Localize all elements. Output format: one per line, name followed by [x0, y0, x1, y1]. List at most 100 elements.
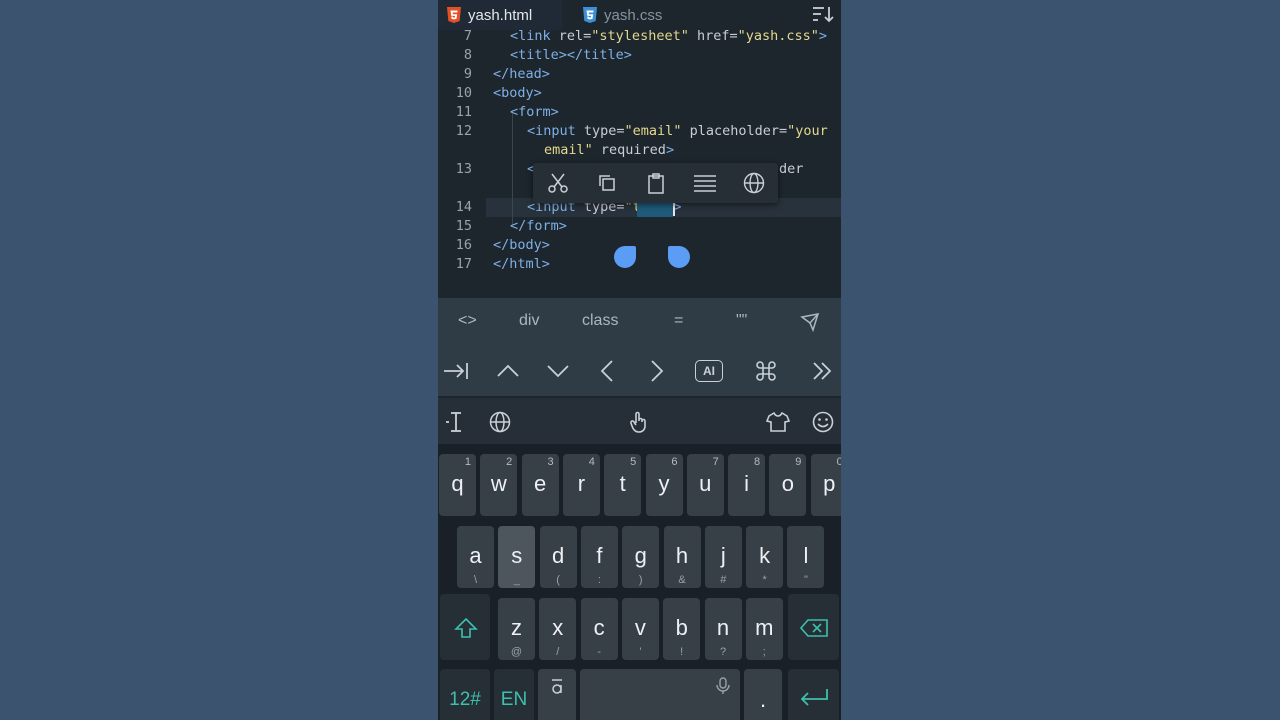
key-i[interactable]: i8 — [728, 454, 766, 516]
key-c[interactable]: c- — [580, 598, 618, 660]
cursor-right-key[interactable] — [643, 358, 671, 384]
snippet-div[interactable]: div — [519, 312, 539, 330]
key-label: r — [577, 471, 586, 496]
key-secondary-label: 0 — [836, 456, 841, 468]
tab-yash-html[interactable]: yash.html — [438, 0, 562, 30]
key-e[interactable]: e3 — [521, 454, 559, 516]
cursor-left-key[interactable] — [593, 358, 621, 384]
key-d[interactable]: d( — [539, 526, 577, 588]
line-code: </form> — [510, 217, 567, 236]
code-line: email" required> — [438, 141, 841, 160]
code-line: 7 <link rel="stylesheet" href="yash.css"> — [438, 30, 841, 46]
selection-handle-start[interactable] — [614, 246, 636, 268]
keyboard-toolbar — [438, 398, 841, 444]
cursor-control-button[interactable] — [444, 410, 468, 434]
code-token: type= — [583, 123, 625, 139]
code-line: 17 </html> — [438, 255, 841, 274]
key-q[interactable]: q1 — [439, 454, 476, 516]
key-n[interactable]: n? — [704, 598, 742, 660]
gesture-button[interactable] — [627, 410, 651, 434]
code-line: 8 <title></title> — [438, 46, 841, 65]
key-v[interactable]: v ' — [621, 598, 659, 660]
paste-button[interactable] — [643, 170, 669, 196]
snippet-bar: <> div class = "" — [438, 298, 841, 346]
key-u[interactable]: u7 — [686, 454, 724, 516]
code-editor[interactable]: 7 <link rel="stylesheet" href="yash.css">… — [438, 30, 841, 298]
cursor-down-key[interactable] — [544, 358, 572, 384]
key-label: y — [658, 471, 670, 496]
globe-icon — [489, 411, 511, 433]
key-w[interactable]: w2 — [480, 454, 518, 516]
key-k[interactable]: k * — [746, 526, 784, 588]
cursor-up-key[interactable] — [494, 358, 522, 384]
key-a[interactable]: a \ — [457, 526, 494, 588]
key-o[interactable]: o9 — [769, 454, 807, 516]
key-l[interactable]: l " — [787, 526, 825, 588]
select-all-icon — [693, 175, 716, 192]
key-f[interactable]: f: — [580, 526, 618, 588]
key-x[interactable]: x / — [539, 598, 577, 660]
cut-button[interactable] — [545, 170, 571, 196]
key-y[interactable]: y6 — [645, 454, 683, 516]
code-line: 9 </head> — [438, 65, 841, 84]
key-m[interactable]: m; — [745, 598, 783, 660]
code-token: </body> — [493, 237, 550, 253]
code-token: > — [665, 142, 675, 158]
language-label: EN — [500, 689, 528, 710]
line-code: </html> — [493, 255, 550, 274]
key-p[interactable]: p0 — [810, 454, 841, 516]
key-g[interactable]: g) — [622, 526, 660, 588]
key-z[interactable]: z @ — [498, 598, 535, 660]
editor-tab-bar: yash.html yash.css — [438, 0, 841, 30]
key-j[interactable]: j # — [704, 526, 742, 588]
select-all-button[interactable] — [692, 170, 718, 196]
ai-key[interactable]: AI — [694, 358, 724, 384]
snippet-class[interactable]: class — [582, 312, 618, 330]
tab-yash-css[interactable]: yash.css — [578, 0, 662, 30]
snippet-quotes[interactable]: "" — [736, 312, 747, 330]
tab-key[interactable] — [442, 358, 470, 384]
enter-key[interactable] — [788, 669, 839, 720]
key-secondary-label: @ — [510, 646, 523, 658]
key-label: j — [720, 543, 726, 568]
chevron-down-icon — [547, 365, 569, 378]
space-key[interactable] — [580, 669, 740, 720]
more-keys[interactable] — [808, 358, 836, 384]
backspace-key[interactable] — [788, 594, 839, 660]
key-s[interactable]: s _ — [498, 526, 536, 588]
key-label: t — [619, 471, 626, 496]
emoji-button[interactable] — [811, 410, 835, 434]
command-icon — [756, 361, 776, 381]
sort-icon[interactable] — [811, 4, 835, 24]
language-key[interactable]: EN — [494, 669, 534, 720]
key-label: g — [634, 543, 647, 568]
send-icon[interactable] — [800, 312, 820, 332]
period-key[interactable]: . — [744, 669, 782, 720]
selection-handle-end[interactable] — [668, 246, 690, 268]
key-h[interactable]: h & — [663, 526, 701, 588]
key-secondary-label: 4 — [588, 456, 595, 468]
translate-button[interactable] — [741, 170, 767, 196]
key-t[interactable]: t5 — [604, 454, 642, 516]
css3-icon — [583, 7, 597, 23]
key-label: x — [552, 615, 564, 640]
ai-icon: AI — [695, 360, 723, 382]
key-b[interactable]: b! — [663, 598, 701, 660]
line-number: 11 — [455, 104, 472, 120]
key-secondary-label: \ — [473, 574, 478, 586]
snippet-equals[interactable]: = — [674, 312, 683, 330]
numbers-key[interactable]: 12# — [440, 669, 490, 720]
theme-button[interactable] — [766, 410, 790, 434]
key-secondary-label: & — [678, 574, 686, 586]
handwriting-key[interactable] — [538, 669, 576, 720]
language-button[interactable] — [488, 410, 512, 434]
smiley-icon — [812, 411, 834, 433]
code-line: 15 </form> — [438, 217, 841, 236]
copy-button[interactable] — [594, 170, 620, 196]
code-token: <input — [527, 123, 584, 139]
snippet-tag[interactable]: <> — [458, 312, 477, 330]
key-secondary-label: 8 — [753, 456, 761, 468]
shift-key[interactable] — [440, 594, 490, 660]
key-r[interactable]: r4 — [562, 454, 600, 516]
command-key[interactable] — [752, 358, 780, 384]
